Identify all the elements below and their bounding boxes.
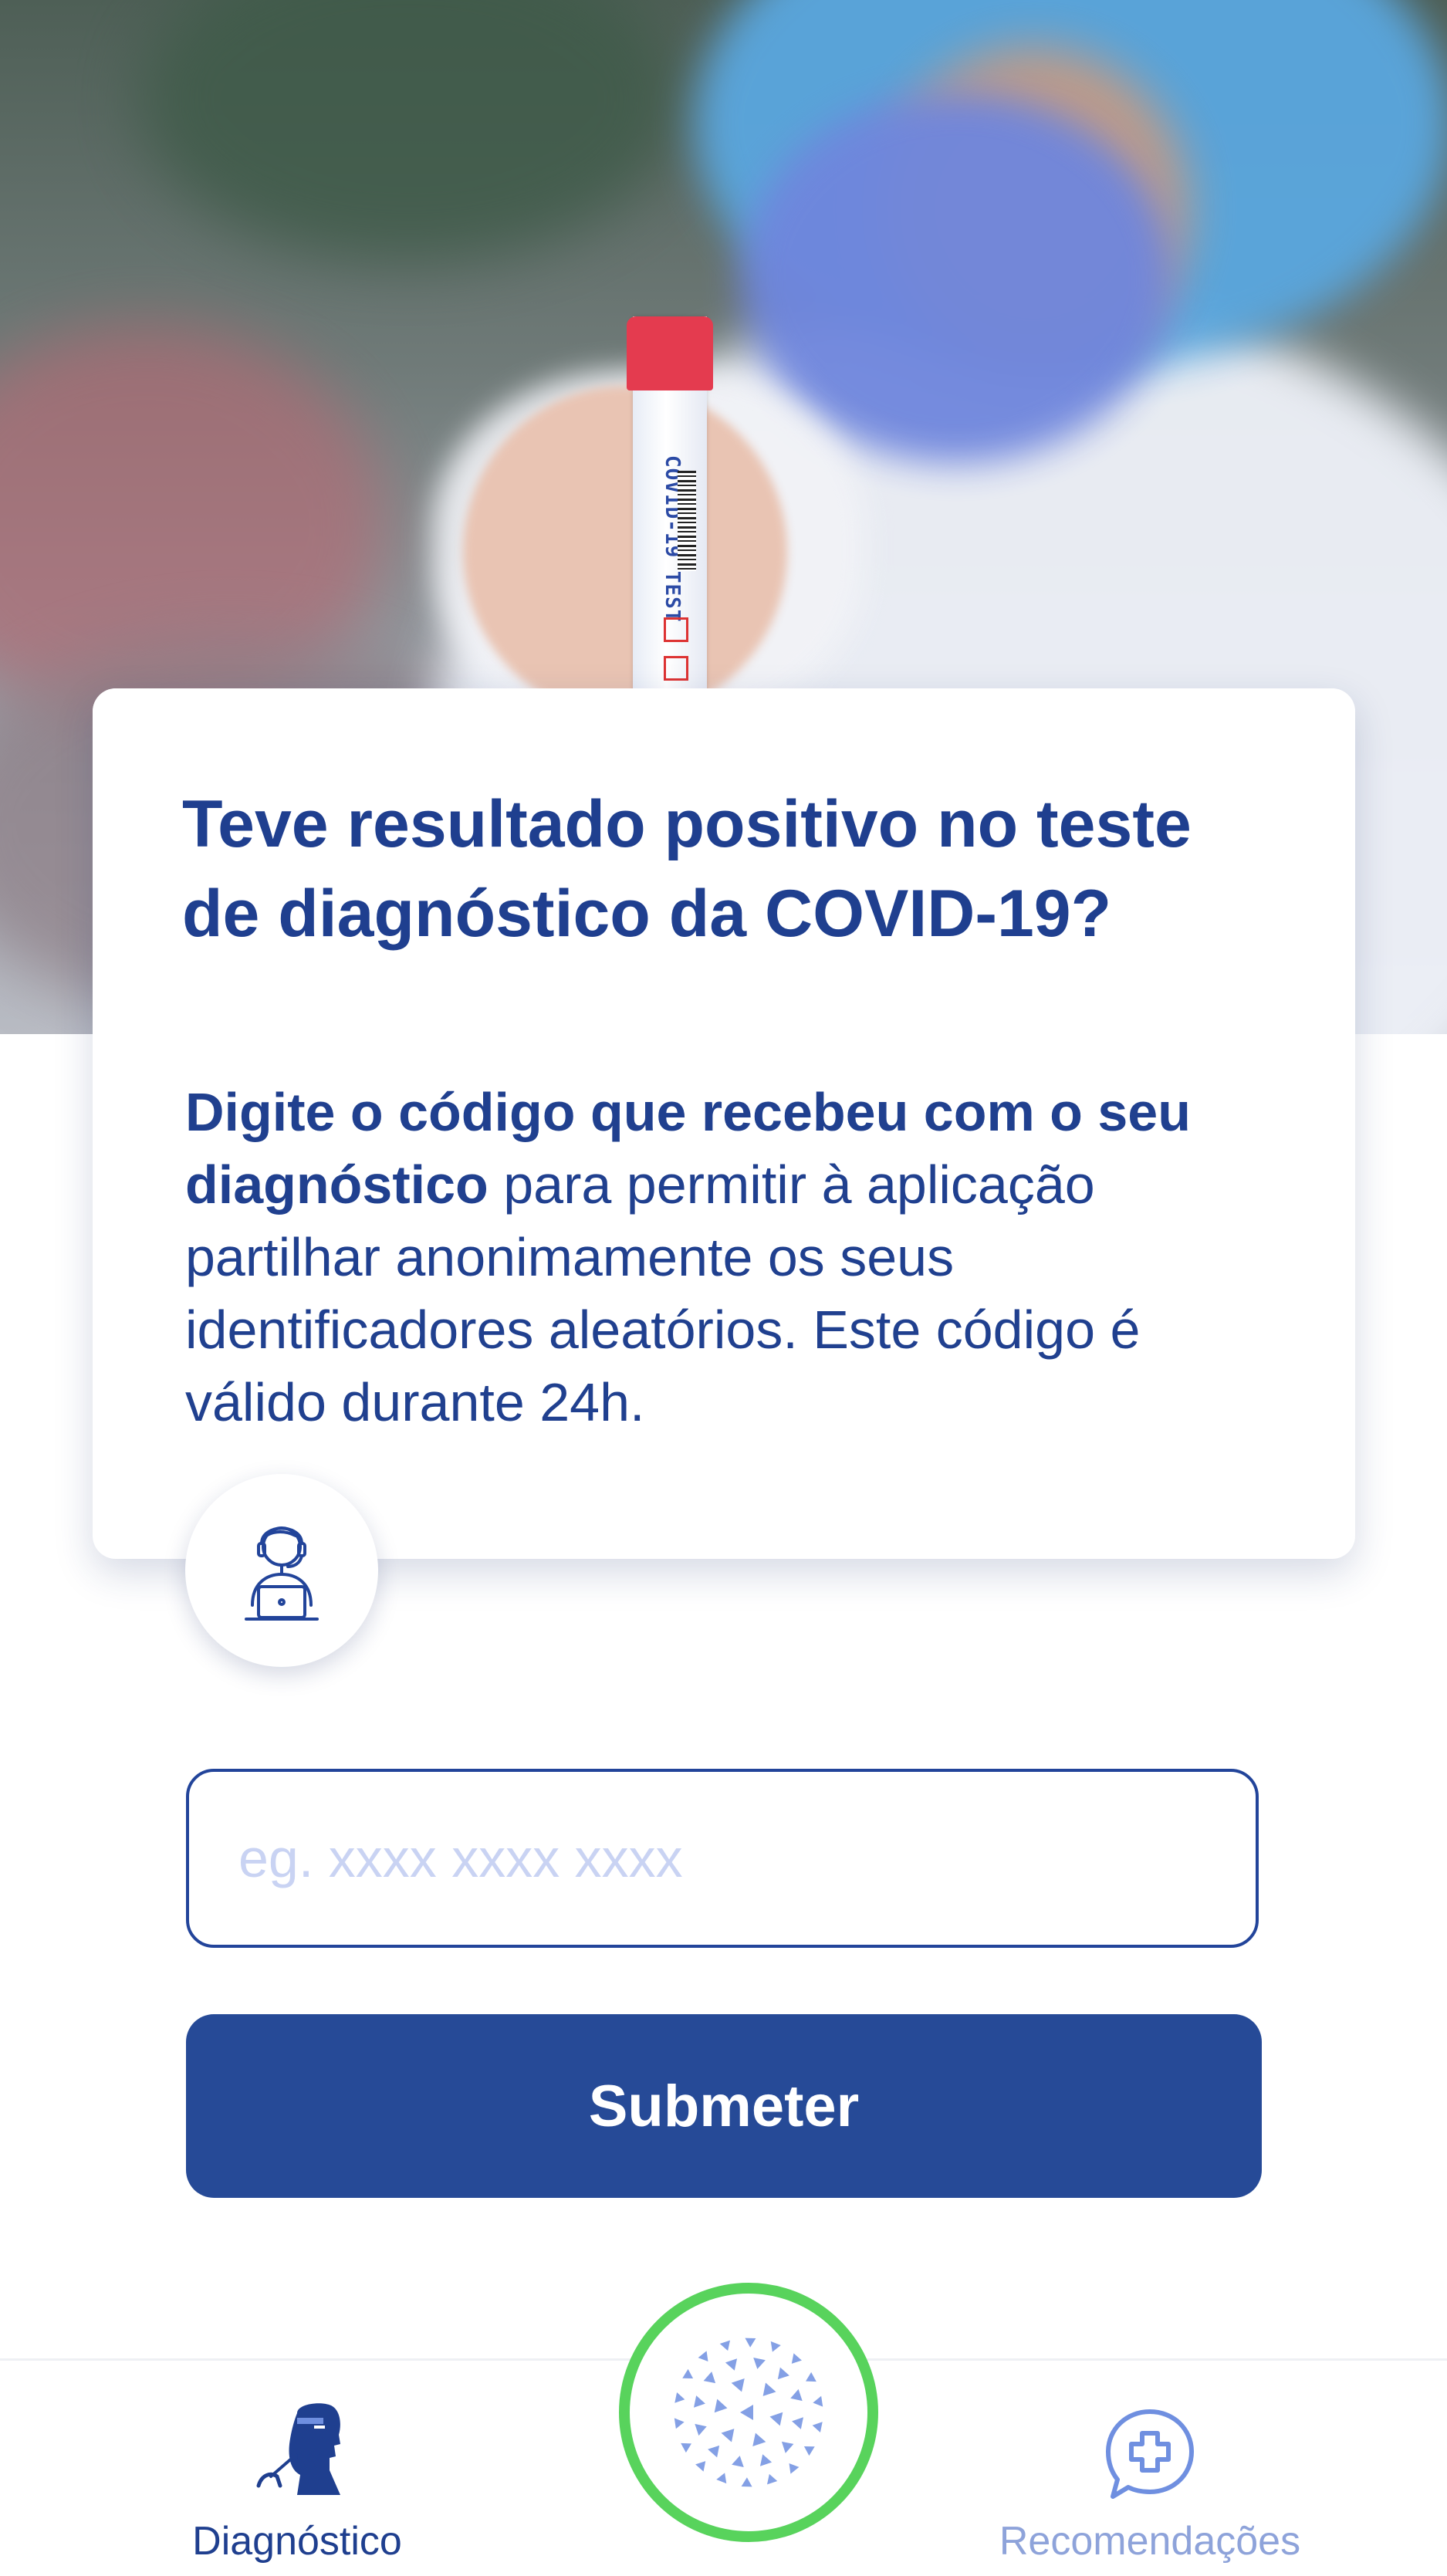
info-card: Teve resultado positivo no teste de diag… (93, 688, 1355, 1667)
medical-chat-icon (1106, 2409, 1194, 2499)
nav-label-recomendacoes: Recomendações (999, 2519, 1301, 2564)
card-description: Digite o código que recebeu com o seu di… (185, 1076, 1281, 1438)
nav-item-diagnostico[interactable]: Diagnóstico (170, 2361, 424, 2576)
virus-dots-icon (674, 2338, 823, 2487)
support-agent-icon (245, 1526, 319, 1621)
nav-label-diagnostico: Diagnóstico (192, 2519, 402, 2564)
submit-button[interactable]: Submeter (186, 2014, 1262, 2198)
nav-item-recomendacoes[interactable]: Recomendações (988, 2361, 1312, 2576)
doctor-swab-icon (256, 2403, 340, 2495)
diagnosis-code-input[interactable] (186, 1769, 1259, 1948)
support-agent-avatar (185, 1474, 378, 1667)
card-title: Teve resultado positivo no teste de diag… (182, 787, 1192, 951)
center-tracing-button[interactable] (619, 2283, 878, 2542)
